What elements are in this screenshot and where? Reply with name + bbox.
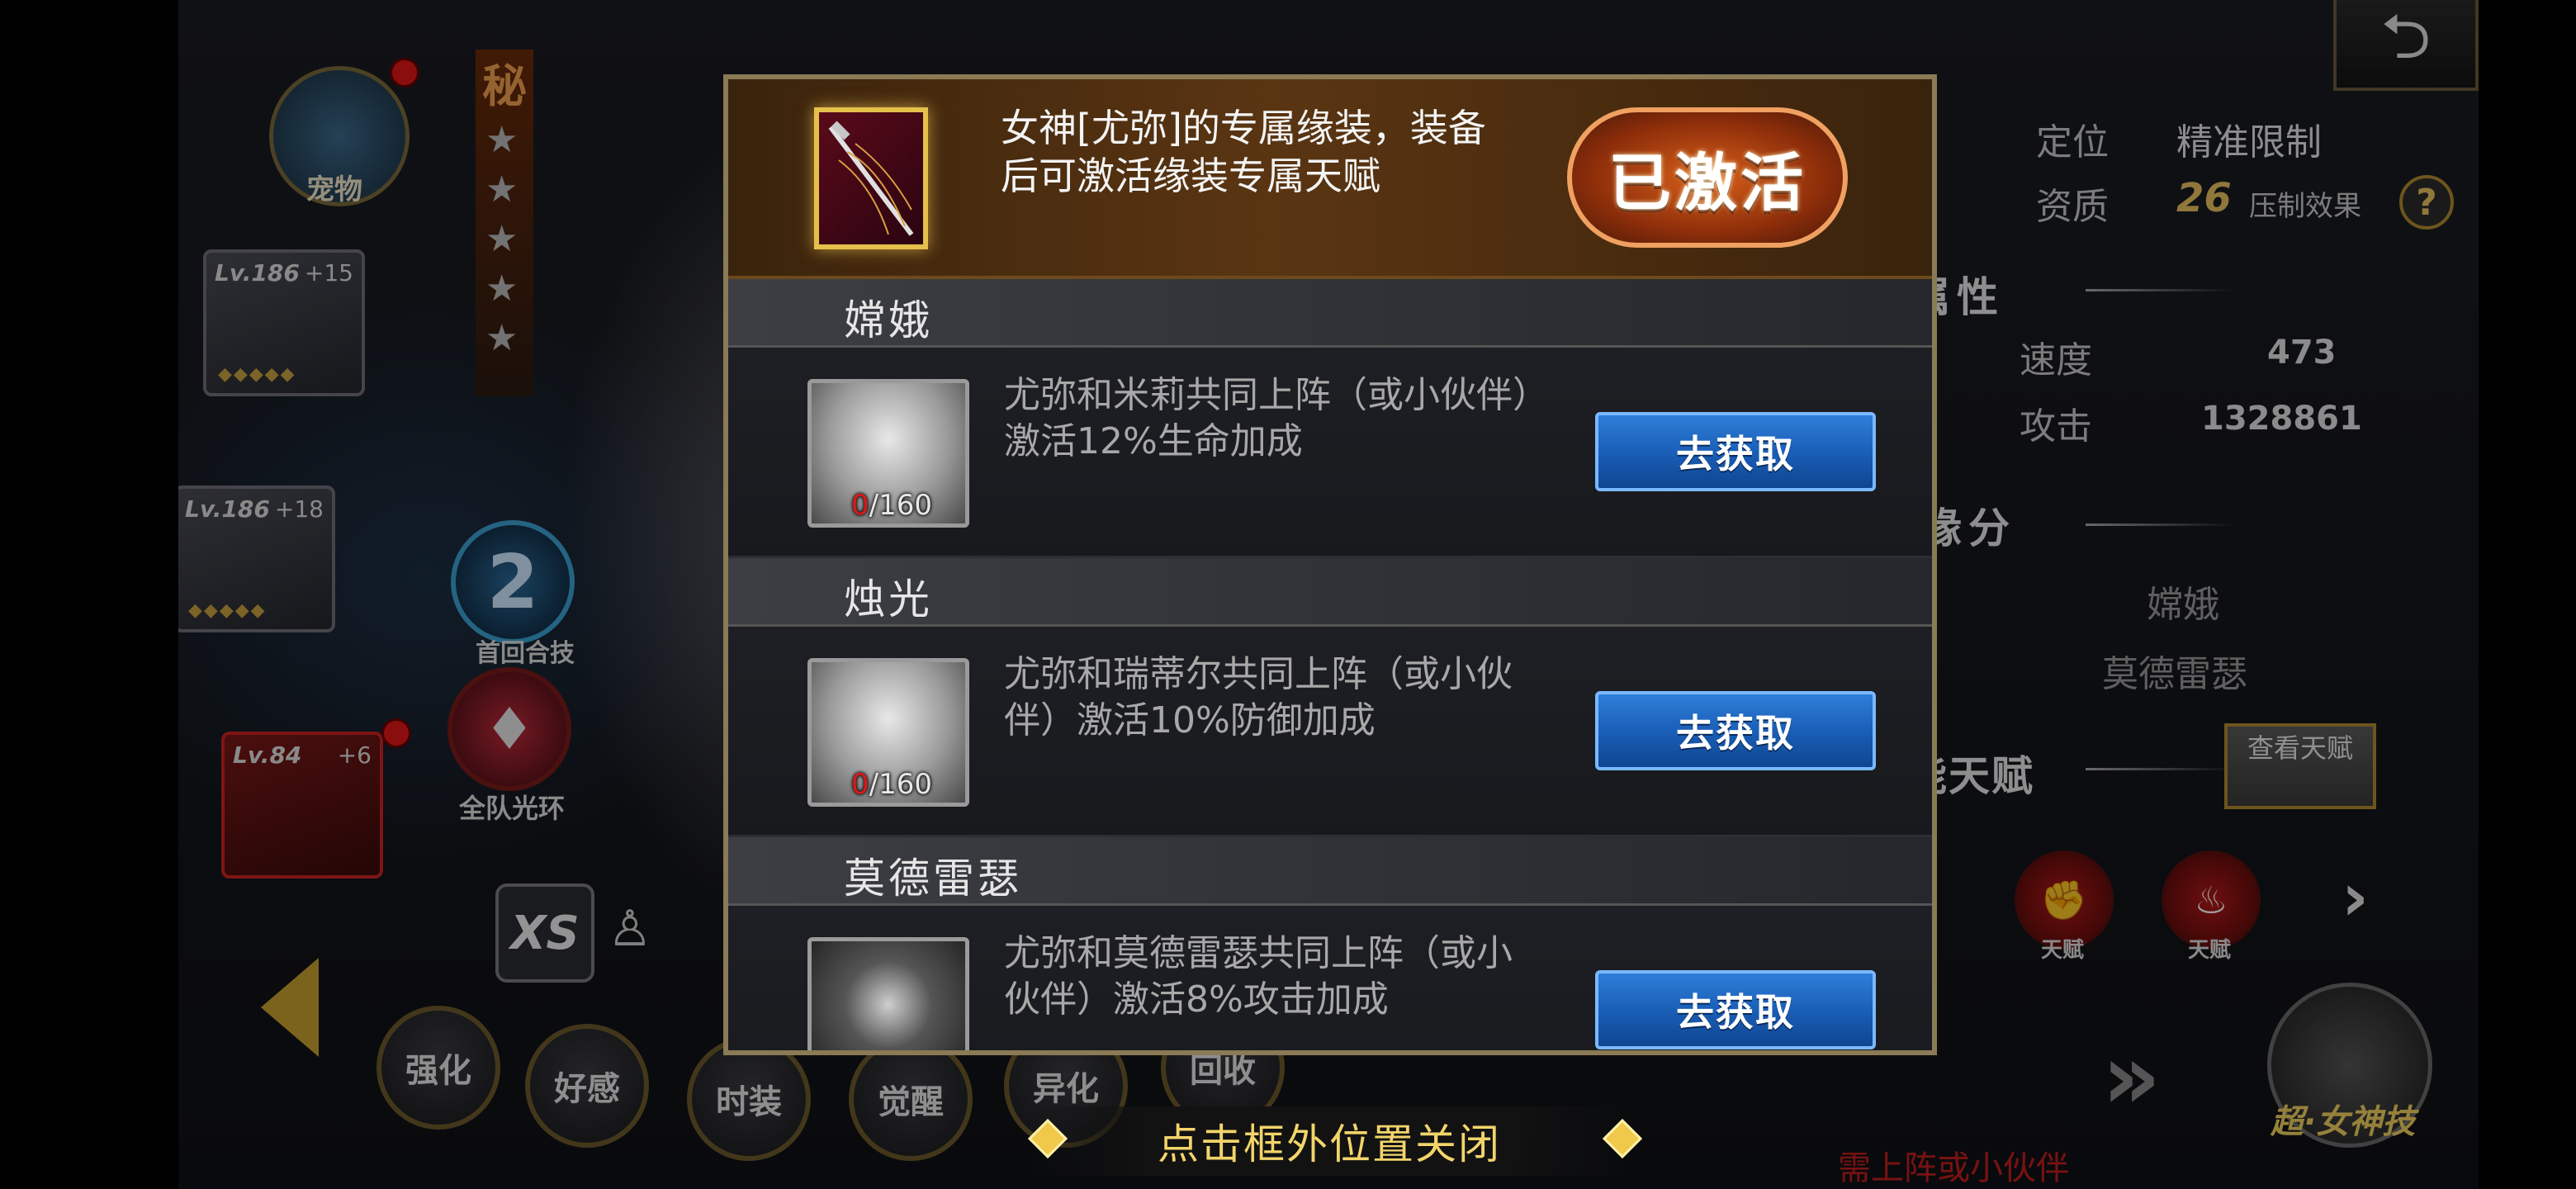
- count-have: 0: [851, 489, 869, 522]
- fate-description: 尤弥和莫德雷瑟共同上阵（或小伙伴）激活8%攻击加成: [1004, 932, 1513, 1021]
- fate-description: 尤弥和米莉共同上阵（或小伙伴）激活12%生命加成: [1004, 374, 1531, 462]
- close-hint-text: 点击框外位置关闭: [1158, 1120, 1501, 1168]
- fate-group-row: 0/160 尤弥和瑞蒂尔共同上阵（或小伙伴）激活10%防御加成 去获取: [728, 627, 1932, 837]
- exclusive-equipment-description: 女神[尤弥]的专属缘装，装备后可激活缘装专属天赋: [1001, 106, 1486, 198]
- fate-group-name: 嫦娥: [844, 296, 933, 344]
- fate-group-name: 莫德雷瑟: [844, 855, 1022, 902]
- fate-group-name: 烛光: [844, 576, 933, 623]
- count-need: /160: [869, 489, 932, 522]
- character-portrait[interactable]: [807, 937, 969, 1050]
- obtain-button[interactable]: 去获取: [1595, 970, 1876, 1049]
- fate-list[interactable]: 嫦娥 0/160 尤弥和米莉共同上阵（或小伙伴）激活12%生命加成 去获取 烛光…: [728, 279, 1932, 1050]
- fate-group-row: 0/160 尤弥和米莉共同上阵（或小伙伴）激活12%生命加成 去获取: [728, 348, 1932, 558]
- fate-equipment-modal: 女神[尤弥]的专属缘装，装备后可激活缘装专属天赋 已激活 嫦娥 0/160 尤弥…: [723, 74, 1937, 1055]
- fragment-count: 0/160: [851, 768, 932, 801]
- exclusive-equipment-row: 女神[尤弥]的专属缘装，装备后可激活缘装专属天赋 已激活: [728, 79, 1932, 279]
- character-portrait[interactable]: 0/160: [807, 379, 969, 528]
- close-hint[interactable]: 点击框外位置关闭: [1032, 1106, 1627, 1176]
- obtain-button[interactable]: 去获取: [1595, 691, 1876, 770]
- count-have: 0: [851, 768, 869, 801]
- fate-group-header: 烛光: [728, 558, 1932, 627]
- fate-group-header: 莫德雷瑟: [728, 837, 1932, 906]
- fragment-count: 0/160: [851, 489, 932, 522]
- obtain-button[interactable]: 去获取: [1595, 412, 1876, 491]
- character-portrait[interactable]: 0/160: [807, 658, 969, 807]
- fate-group-row: 尤弥和莫德雷瑟共同上阵（或小伙伴）激活8%攻击加成 去获取: [728, 906, 1932, 1050]
- fate-description: 尤弥和瑞蒂尔共同上阵（或小伙伴）激活10%防御加成: [1004, 653, 1513, 741]
- activated-badge: 已激活: [1567, 107, 1848, 248]
- count-need: /160: [869, 768, 932, 801]
- spear-item-icon[interactable]: [814, 107, 928, 249]
- fate-group-header: 嫦娥: [728, 279, 1932, 348]
